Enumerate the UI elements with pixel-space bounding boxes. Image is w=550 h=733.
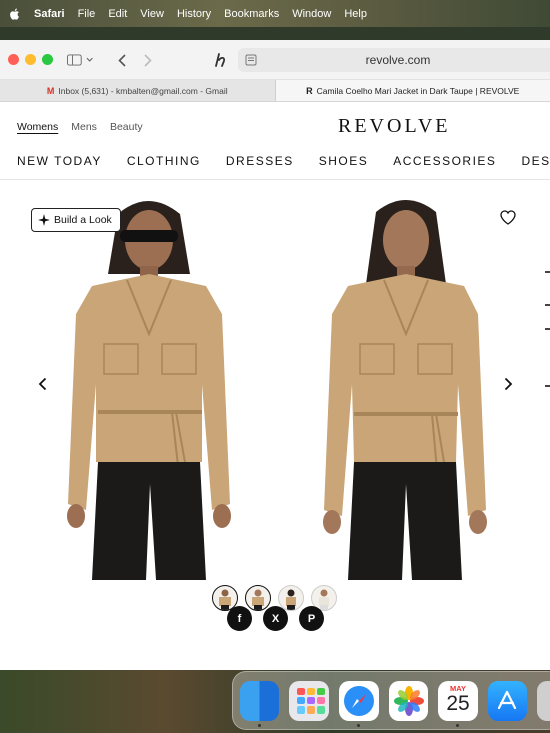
calendar-icon[interactable]: MAY 25 bbox=[438, 680, 478, 727]
nav-designers[interactable]: DESIGN bbox=[521, 154, 550, 168]
gender-womens-link[interactable]: Womens bbox=[17, 121, 58, 133]
close-window-button[interactable] bbox=[8, 54, 19, 65]
tab-title: Camila Coelho Mari Jacket in Dark Taupe … bbox=[316, 85, 520, 96]
menu-view[interactable]: View bbox=[140, 8, 164, 20]
main-nav: NEW TODAY CLOTHING DRESSES SHOES ACCESSO… bbox=[0, 142, 550, 180]
next-image-icon[interactable] bbox=[504, 377, 513, 396]
address-bar[interactable]: revolve.com bbox=[238, 48, 550, 72]
sidebar-toggle-icon[interactable] bbox=[67, 52, 93, 68]
site-header: Womens Mens Beauty REVOLVE bbox=[0, 102, 550, 142]
url-text: revolve.com bbox=[365, 53, 431, 67]
facebook-share-icon[interactable]: f bbox=[227, 606, 252, 631]
previous-image-icon[interactable] bbox=[38, 377, 47, 396]
nav-shoes[interactable]: SHOES bbox=[319, 154, 369, 168]
nav-dresses[interactable]: DRESSES bbox=[226, 154, 294, 168]
browser-window: revolve.com M Inbox (5,631) - kmbalten@g… bbox=[0, 40, 550, 670]
nav-clothing[interactable]: CLOTHING bbox=[127, 154, 201, 168]
gender-mens-link[interactable]: Mens bbox=[71, 121, 97, 133]
finder-icon[interactable] bbox=[240, 680, 280, 727]
menu-edit[interactable]: Edit bbox=[108, 8, 127, 20]
nav-accessories[interactable]: ACCESSORIES bbox=[393, 154, 496, 168]
product-image-front[interactable] bbox=[306, 194, 502, 580]
product-gallery: Build a Look bbox=[0, 180, 550, 611]
x-share-icon[interactable]: X bbox=[263, 606, 288, 631]
window-controls bbox=[8, 54, 59, 65]
tab-title: Inbox (5,631) - kmbalten@gmail.com - Gma… bbox=[58, 85, 228, 96]
menu-file[interactable]: File bbox=[78, 8, 96, 20]
menu-help[interactable]: Help bbox=[344, 8, 367, 20]
menu-bookmarks[interactable]: Bookmarks bbox=[224, 8, 279, 20]
menu-history[interactable]: History bbox=[177, 8, 211, 20]
gender-beauty-link[interactable]: Beauty bbox=[110, 121, 143, 133]
tab-bar: M Inbox (5,631) - kmbalten@gmail.com - G… bbox=[0, 80, 550, 102]
system-settings-icon[interactable] bbox=[537, 680, 550, 721]
site-logo[interactable]: REVOLVE bbox=[338, 115, 450, 138]
pinterest-share-icon[interactable]: P bbox=[299, 606, 324, 631]
forward-icon[interactable] bbox=[142, 52, 154, 68]
photos-icon[interactable] bbox=[388, 680, 429, 721]
revolve-favicon-icon: R bbox=[306, 85, 313, 96]
back-icon[interactable] bbox=[116, 52, 128, 68]
launchpad-icon[interactable] bbox=[289, 680, 330, 721]
nav-new-today[interactable]: NEW TODAY bbox=[17, 154, 102, 168]
browser-toolbar: revolve.com bbox=[0, 40, 550, 80]
app-store-icon[interactable] bbox=[487, 680, 528, 721]
apple-icon[interactable] bbox=[8, 7, 22, 21]
dock: MAY 25 bbox=[232, 671, 550, 730]
honey-extension-icon[interactable] bbox=[212, 52, 230, 68]
menu-safari[interactable]: Safari bbox=[34, 8, 65, 20]
gmail-icon: M bbox=[46, 85, 55, 96]
page-menu-icon[interactable] bbox=[244, 53, 258, 67]
tab-revolve[interactable]: R Camila Coelho Mari Jacket in Dark Taup… bbox=[275, 80, 550, 101]
tab-gmail[interactable]: M Inbox (5,631) - kmbalten@gmail.com - G… bbox=[0, 80, 276, 101]
menu-window[interactable]: Window bbox=[292, 8, 331, 20]
safari-icon[interactable] bbox=[339, 680, 379, 727]
minimize-window-button[interactable] bbox=[25, 54, 36, 65]
build-a-look-label: Build a Look bbox=[54, 214, 112, 226]
build-a-look-button[interactable]: Build a Look bbox=[31, 208, 121, 232]
zoom-window-button[interactable] bbox=[42, 54, 53, 65]
sparkle-icon bbox=[38, 214, 50, 226]
share-buttons: f X P bbox=[227, 606, 335, 631]
calendar-day: 25 bbox=[446, 691, 470, 715]
wishlist-heart-icon[interactable] bbox=[500, 210, 516, 225]
menu-bar: Safari File Edit View History Bookmarks … bbox=[0, 0, 550, 27]
product-image-front-sunglasses[interactable] bbox=[52, 194, 248, 580]
gender-switcher: Womens Mens Beauty bbox=[17, 121, 156, 133]
